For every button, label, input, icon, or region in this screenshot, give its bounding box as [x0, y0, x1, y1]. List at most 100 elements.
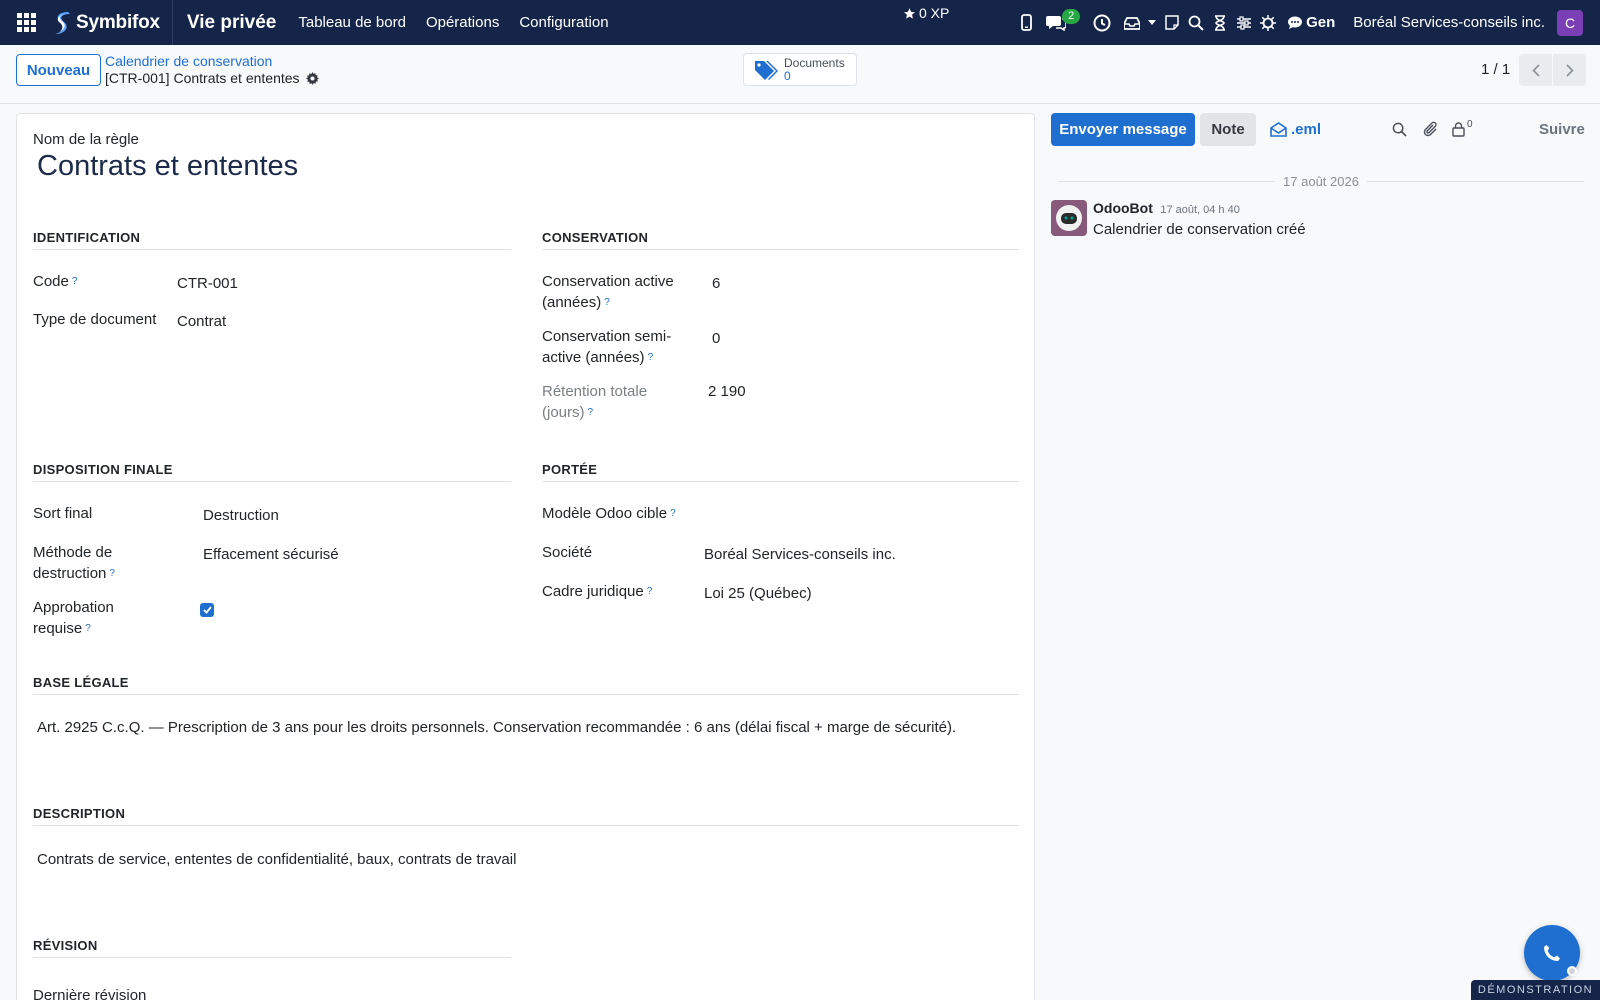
pager-value[interactable]: 1 / 1: [1481, 61, 1510, 78]
help-icon[interactable]: ?: [648, 352, 654, 363]
note-icon[interactable]: [1160, 0, 1184, 45]
identification-section-title: IDENTIFICATION: [33, 230, 141, 245]
search-icon[interactable]: [1184, 0, 1208, 45]
mobile-icon[interactable]: [1014, 0, 1038, 45]
brand[interactable]: Symbifox: [52, 0, 173, 45]
gen-label: Gen: [1306, 14, 1336, 31]
hourglass-icon[interactable]: [1208, 0, 1232, 45]
legal-basis-field[interactable]: Art. 2925 C.c.Q. — Prescription de 3 ans…: [37, 717, 1007, 739]
active-retention-label: Conservation active (années)?: [542, 273, 674, 311]
user-avatar[interactable]: C: [1557, 9, 1583, 36]
code-label: Code?: [33, 273, 78, 290]
gear-icon[interactable]: [305, 71, 319, 85]
revision-section-title: RÉVISION: [33, 938, 98, 953]
checkmark-icon: [202, 606, 212, 614]
final-disposition-field[interactable]: Destruction: [203, 505, 279, 526]
follow-button[interactable]: Suivre: [1539, 113, 1585, 146]
documents-smart-button[interactable]: Documents 0: [743, 53, 857, 86]
chevron-right-icon: [1565, 63, 1574, 77]
smart-button-value: 0: [784, 68, 791, 83]
gen-button[interactable]: Gen: [1288, 14, 1335, 31]
revision-separator: [33, 957, 511, 958]
destruction-method-label: Méthode de destruction?: [33, 544, 115, 582]
rule-name-field[interactable]: Contrats et ententes: [37, 150, 298, 183]
legal-framework-label: Cadre juridique?: [542, 583, 653, 600]
help-icon[interactable]: ?: [647, 586, 653, 597]
speech-bubble-icon: [1288, 16, 1303, 29]
send-message-button[interactable]: Envoyer message: [1051, 113, 1195, 146]
destruction-method-field[interactable]: Effacement sécurisé: [203, 544, 339, 565]
pager-next-button[interactable]: [1553, 54, 1586, 86]
tags-icon: [755, 60, 778, 80]
semi-active-retention-field[interactable]: 0: [712, 328, 720, 349]
approval-required-checkbox[interactable]: [200, 603, 214, 617]
help-icon[interactable]: ?: [85, 623, 91, 634]
breadcrumb: Calendrier de conservation [CTR-001] Con…: [105, 53, 319, 86]
description-field[interactable]: Contrats de service, ententes de confide…: [37, 849, 1007, 871]
doctype-field[interactable]: Contrat: [177, 311, 226, 332]
company-field[interactable]: Boréal Services-conseils inc.: [704, 544, 896, 565]
conservation-section-title: CONSERVATION: [542, 230, 649, 245]
identification-separator: [33, 249, 511, 250]
chevron-left-icon: [1531, 63, 1540, 77]
help-icon[interactable]: ?: [109, 568, 115, 579]
star-icon: [904, 7, 915, 19]
top-navbar: Symbifox Vie privée Tableau de bord Opér…: [0, 0, 1600, 45]
date-separator: 17 août 2026: [1058, 171, 1584, 191]
active-retention-field[interactable]: 6: [712, 273, 720, 294]
chatter-message: OdooBot 17 août, 04 h 40 Calendrier de c…: [1051, 200, 1306, 238]
code-field[interactable]: CTR-001: [177, 273, 238, 294]
help-icon[interactable]: ?: [604, 297, 610, 308]
message-author[interactable]: OdooBot: [1093, 200, 1153, 216]
description-separator: [33, 825, 1019, 826]
log-note-button[interactable]: Note: [1200, 113, 1256, 146]
new-button[interactable]: Nouveau: [16, 54, 101, 86]
target-model-field[interactable]: [704, 505, 1004, 526]
sliders-icon[interactable]: [1232, 0, 1256, 45]
scope-section-title: PORTÉE: [542, 462, 598, 477]
pager-previous-button[interactable]: [1519, 54, 1552, 86]
rule-name-label: Nom de la règle: [33, 131, 139, 148]
total-retention-label: Rétention totale (jours)?: [542, 383, 648, 421]
disposition-section-title: DISPOSITION FINALE: [33, 462, 173, 477]
odoobot-avatar[interactable]: [1051, 200, 1087, 236]
breadcrumb-current: [CTR-001] Contrats et ententes: [105, 70, 300, 86]
menu-dashboard[interactable]: Tableau de bord: [288, 14, 416, 31]
brand-logo-icon: [55, 11, 70, 34]
description-section-title: DESCRIPTION: [33, 806, 126, 821]
bug-icon[interactable]: [1256, 0, 1280, 45]
company-label: Société: [542, 544, 593, 561]
demo-ribbon: DÉMONSTRATION: [1471, 980, 1600, 1000]
help-icon[interactable]: ?: [72, 276, 78, 287]
apps-menu-icon[interactable]: [0, 0, 52, 45]
followers-button[interactable]: 0: [1452, 113, 1473, 146]
help-icon[interactable]: ?: [670, 508, 676, 519]
menu-configuration[interactable]: Configuration: [509, 14, 618, 31]
clock-icon[interactable]: [1090, 0, 1114, 45]
lock-icon: [1452, 122, 1465, 137]
breadcrumb-parent[interactable]: Calendrier de conservation: [105, 53, 319, 69]
total-retention-value: 2 190: [708, 383, 746, 400]
robot-icon: [1056, 205, 1082, 231]
legal-framework-field[interactable]: Loi 25 (Québec): [704, 583, 812, 604]
target-model-label: Modèle Odoo cible?: [542, 505, 676, 522]
search-messages-icon[interactable]: [1392, 113, 1407, 146]
company-switcher[interactable]: Boréal Services-conseils inc.: [1353, 14, 1545, 31]
scope-separator: [542, 481, 1019, 482]
eml-label: .eml: [1291, 121, 1322, 138]
menu-operations[interactable]: Opérations: [416, 14, 509, 31]
eml-button[interactable]: .eml: [1270, 113, 1321, 146]
control-panel: Nouveau Calendrier de conservation [CTR-…: [0, 45, 1600, 104]
message-time: 17 août, 04 h 40: [1160, 204, 1240, 216]
app-name[interactable]: Vie privée: [187, 12, 276, 34]
help-icon[interactable]: ?: [588, 407, 594, 418]
chat-icon[interactable]: 2: [1044, 0, 1081, 45]
doctype-label: Type de document: [33, 311, 157, 328]
brand-name: Symbifox: [76, 11, 160, 33]
last-revision-label: Dernière révision: [33, 987, 147, 1000]
paperclip-icon[interactable]: [1423, 113, 1438, 146]
inbox-icon[interactable]: [1120, 0, 1144, 45]
xp-counter[interactable]: 0 XP: [903, 5, 949, 21]
envelope-open-icon: [1270, 122, 1287, 137]
caret-icon[interactable]: [1144, 0, 1160, 45]
